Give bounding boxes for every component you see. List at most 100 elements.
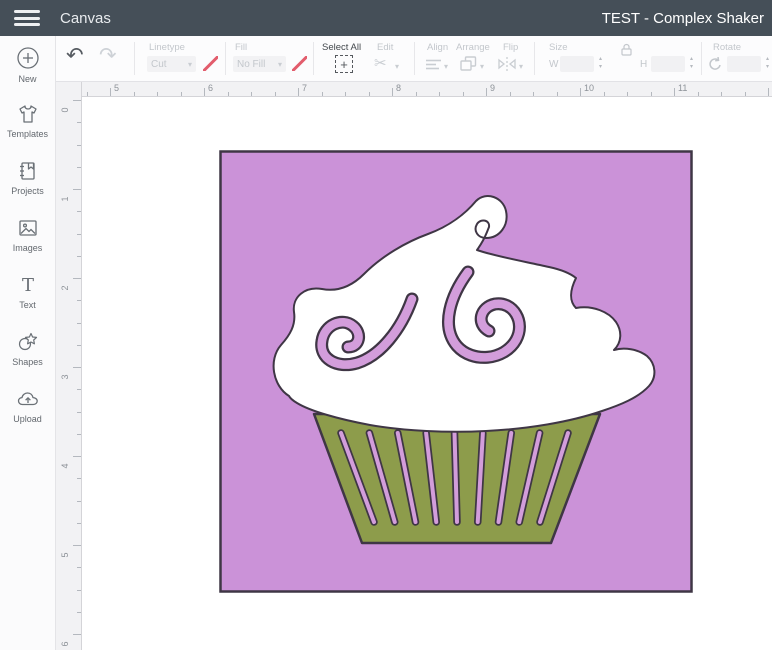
redo-icon[interactable]: ↷ — [99, 44, 117, 68]
ruler-tick — [674, 88, 675, 96]
ruler-tick — [77, 344, 81, 346]
ruler-tick — [77, 300, 81, 302]
ruler-tick — [298, 88, 299, 96]
ruler-tick — [768, 88, 769, 96]
arrange-label: Arrange — [456, 42, 490, 53]
edit-toolbar: ↶ ↷ Linetype Cut ▾ Fill No Fill ▾ Select… — [0, 36, 772, 82]
cupcake-shaker-artwork[interactable] — [219, 150, 693, 593]
ruler-tick — [556, 92, 558, 96]
ruler-tick — [77, 211, 81, 213]
ruler-tick — [73, 278, 81, 279]
flip-label: Flip — [503, 42, 519, 53]
arrange-icon[interactable] — [460, 56, 477, 71]
width-stepper[interactable]: ▴ ▾ — [596, 55, 605, 73]
undo-icon[interactable]: ↶ — [66, 44, 84, 68]
upload-cloud-icon — [17, 392, 38, 406]
ruler-tick — [77, 478, 81, 480]
ruler-tick — [345, 92, 346, 96]
chevron-down-icon[interactable]: ▾ — [395, 62, 399, 71]
ruler-tick — [627, 92, 628, 96]
sidebar-item-new[interactable]: New — [0, 45, 55, 102]
rotate-stepper[interactable]: ▴ ▾ — [763, 55, 772, 73]
ruler-tick — [580, 88, 581, 96]
ruler-tick — [603, 92, 605, 96]
ruler-number: 5 — [60, 552, 70, 558]
fill-color-line — [292, 56, 307, 71]
project-title: TEST - Complex Shaker — [601, 9, 764, 27]
text-icon: T — [21, 275, 33, 296]
select-all-button[interactable]: + — [335, 55, 353, 73]
ruler-tick — [73, 545, 81, 546]
ruler-tick — [415, 92, 417, 96]
linetype-color-swatch[interactable] — [203, 56, 218, 71]
sidebar-item-text[interactable]: T Text — [0, 273, 55, 330]
ruler-number: 0 — [60, 107, 70, 113]
linetype-select[interactable]: Cut ▾ — [147, 56, 196, 72]
ruler-tick — [77, 122, 81, 124]
height-letter: H — [640, 59, 648, 70]
chevron-down-icon[interactable]: ▾ — [444, 62, 448, 71]
ruler-tick — [133, 92, 135, 96]
design-canvas[interactable] — [82, 97, 772, 650]
fill-select[interactable]: No Fill ▾ — [233, 56, 286, 72]
ruler-tick — [227, 92, 229, 96]
ruler-tick — [73, 456, 81, 457]
ruler-number: 8 — [396, 83, 402, 93]
rotate-icon[interactable] — [708, 57, 723, 71]
sidebar-item-projects[interactable]: Projects — [0, 159, 55, 216]
fill-color-swatch[interactable] — [292, 56, 307, 71]
cup-slot — [452, 431, 459, 524]
ruler-tick — [110, 88, 111, 96]
scissors-icon[interactable]: ✂ — [374, 52, 387, 76]
flip-icon[interactable] — [498, 57, 516, 71]
ruler-tick — [77, 522, 81, 524]
ruler-tick — [77, 589, 81, 591]
ruler-tick — [650, 92, 652, 96]
lock-icon[interactable] — [620, 43, 633, 56]
ruler-number: 7 — [302, 83, 308, 93]
ruler-tick — [533, 92, 534, 96]
chevron-down-icon[interactable]: ▾ — [519, 62, 523, 71]
ruler-tick — [721, 92, 722, 96]
image-icon — [18, 220, 37, 236]
ruler-tick — [77, 166, 81, 168]
ruler-tick — [73, 189, 81, 190]
ruler-number: 10 — [584, 83, 595, 93]
vertical-ruler: 0 1 2 3 4 5 6 — [56, 82, 82, 650]
sidebar-item-upload[interactable]: Upload — [0, 387, 55, 444]
select-all-label: Select All — [322, 42, 362, 53]
align-icon[interactable] — [426, 59, 441, 70]
svg-text:T: T — [21, 275, 33, 296]
ruler-tick — [697, 92, 699, 96]
ruler-tick — [77, 411, 81, 413]
width-letter: W — [549, 59, 559, 70]
top-bar: Canvas TEST - Complex Shaker — [0, 0, 772, 36]
sidebar-item-images[interactable]: Images — [0, 216, 55, 273]
width-field[interactable] — [560, 56, 594, 72]
menu-icon[interactable] — [14, 10, 40, 26]
height-stepper[interactable]: ▴ ▾ — [687, 55, 696, 73]
chevron-down-icon: ▾ — [187, 59, 192, 69]
tshirt-icon — [18, 105, 37, 123]
ruler-tick — [509, 92, 511, 96]
sidebar-item-templates[interactable]: Templates — [0, 102, 55, 159]
plus-icon: + — [340, 56, 348, 72]
ruler-tick — [321, 92, 323, 96]
ruler-number: 2 — [60, 285, 70, 291]
ruler-tick — [77, 255, 81, 257]
ruler-tick — [77, 433, 81, 435]
ruler-tick — [77, 567, 81, 569]
new-plus-icon — [16, 47, 39, 69]
linetype-color-line — [203, 56, 218, 71]
notebook-icon — [19, 162, 35, 180]
linetype-label: Linetype — [149, 42, 185, 53]
size-label: Size — [549, 42, 568, 53]
page-title: Canvas — [60, 9, 111, 27]
rotate-label: Rotate — [713, 42, 741, 53]
left-sidebar: New Templates Projects Images T Text Sha… — [0, 36, 56, 650]
sidebar-item-shapes[interactable]: Shapes — [0, 330, 55, 387]
rotate-field[interactable] — [727, 56, 761, 72]
chevron-down-icon[interactable]: ▾ — [480, 62, 484, 71]
ruler-tick — [180, 92, 182, 96]
height-field[interactable] — [651, 56, 685, 72]
